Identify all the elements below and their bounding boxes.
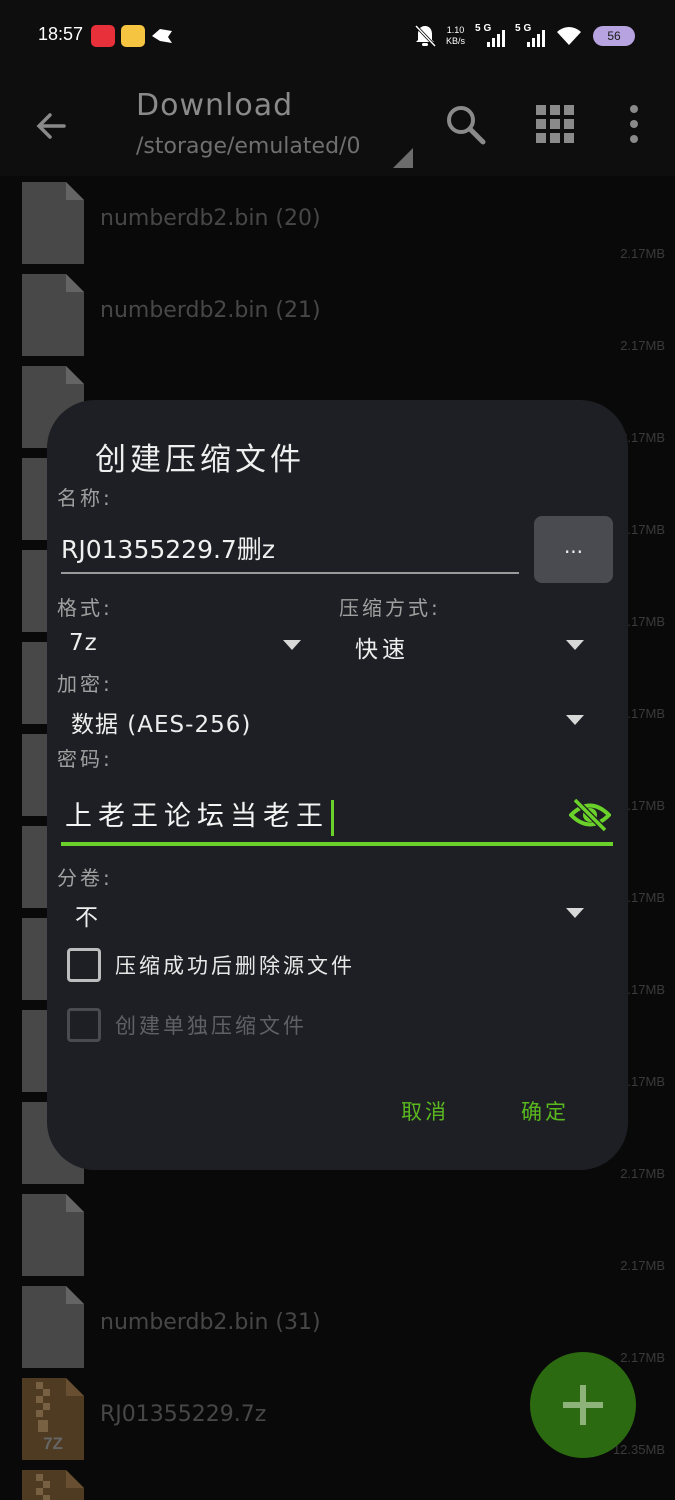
format-select[interactable]: 7z <box>69 630 98 656</box>
toolbar: Download /storage/emulated/0 <box>0 72 675 176</box>
signal-bars-icon <box>487 30 505 47</box>
format-dropdown-icon[interactable] <box>283 640 301 650</box>
notification-app-icon <box>91 25 115 47</box>
bell-off-icon <box>414 24 436 48</box>
text-caret <box>331 799 334 836</box>
status-time: 18:57 <box>38 24 84 44</box>
name-underline <box>61 572 519 574</box>
separate-archive-checkbox <box>67 1008 101 1042</box>
password-input[interactable]: 上老王论坛当老王 <box>65 794 334 836</box>
search-icon[interactable] <box>443 102 487 146</box>
signal-bars-icon <box>527 30 545 47</box>
delete-source-label: 压缩成功后删除源文件 <box>115 954 355 978</box>
more-vert-icon[interactable] <box>612 102 656 146</box>
encryption-label: 加密: <box>57 672 113 696</box>
password-text: 上老王论坛当老王 <box>65 801 329 832</box>
archive-name-input[interactable]: RJ01355229.7删z <box>61 530 519 566</box>
ok-button[interactable]: 确定 <box>521 1096 569 1126</box>
method-select[interactable]: 快速 <box>355 630 409 664</box>
signal-sim2: 5G <box>515 23 545 49</box>
browse-button[interactable]: ... <box>534 516 613 583</box>
cancel-button[interactable]: 取消 <box>401 1096 449 1126</box>
game-app-icon <box>152 29 172 43</box>
plus-icon <box>563 1385 603 1425</box>
password-label: 密码: <box>57 747 113 771</box>
network-speed: 1.10 KB/s <box>446 25 465 47</box>
encryption-select[interactable]: 数据 (AES-256) <box>71 705 251 739</box>
create-archive-dialog: 创建压缩文件 名称: RJ01355229.7删z ... 格式: 压缩方式: … <box>47 400 628 1170</box>
encryption-dropdown-icon[interactable] <box>566 715 584 725</box>
speed-unit: KB/s <box>445 36 465 46</box>
add-fab-button[interactable] <box>530 1352 636 1458</box>
volume-select[interactable]: 不 <box>75 898 99 932</box>
folder-title: Download <box>136 88 294 123</box>
method-label: 压缩方式: <box>339 596 441 620</box>
speed-value: 1.10 <box>446 25 465 35</box>
name-label: 名称: <box>57 486 113 510</box>
battery-indicator: 56 <box>593 26 635 46</box>
delete-source-checkbox[interactable] <box>67 948 101 982</box>
eye-off-icon[interactable] <box>569 798 611 832</box>
volume-dropdown-icon[interactable] <box>566 908 584 918</box>
volume-label: 分卷: <box>57 866 113 890</box>
method-dropdown-icon[interactable] <box>566 640 584 650</box>
password-underline <box>61 842 613 846</box>
folder-path[interactable]: /storage/emulated/0 <box>136 134 360 159</box>
back-arrow-icon[interactable] <box>30 104 74 148</box>
notes-app-icon <box>121 25 145 47</box>
grid-view-icon[interactable] <box>533 102 577 146</box>
format-label: 格式: <box>57 596 113 620</box>
separate-archive-label: 创建单独压缩文件 <box>115 1014 307 1038</box>
path-dropdown-icon[interactable] <box>393 148 413 168</box>
dialog-title: 创建压缩文件 <box>95 442 305 478</box>
wifi-icon <box>557 27 581 45</box>
status-bar: 18:57 1.10 KB/s 5G 5G 56 <box>0 0 675 72</box>
signal-sim1: 5G <box>475 23 505 49</box>
status-icons: 1.10 KB/s 5G 5G 56 <box>414 20 635 52</box>
